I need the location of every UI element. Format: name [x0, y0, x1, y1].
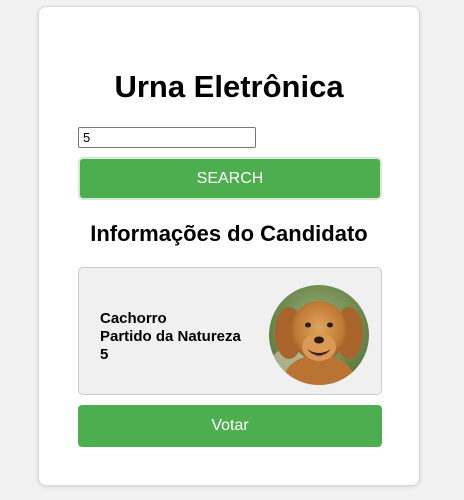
- vote-button[interactable]: Votar: [78, 405, 382, 447]
- voting-card: Urna Eletrônica SEARCH Informações do Ca…: [38, 6, 420, 486]
- candidate-photo: [269, 285, 369, 385]
- search-button[interactable]: SEARCH: [78, 157, 382, 200]
- candidate-info-box: Cachorro Partido da Natureza 5: [78, 267, 382, 395]
- candidate-name: Cachorro: [100, 310, 167, 327]
- candidate-number-input[interactable]: [78, 127, 256, 148]
- candidate-number: 5: [100, 346, 109, 363]
- candidate-section-title: Informações do Candidato: [90, 221, 368, 246]
- page-title: Urna Eletrônica: [114, 69, 344, 104]
- dog-photo-icon: [269, 285, 369, 385]
- candidate-details: Cachorro Partido da Natureza 5: [100, 310, 241, 364]
- candidate-party: Partido da Natureza: [100, 328, 241, 345]
